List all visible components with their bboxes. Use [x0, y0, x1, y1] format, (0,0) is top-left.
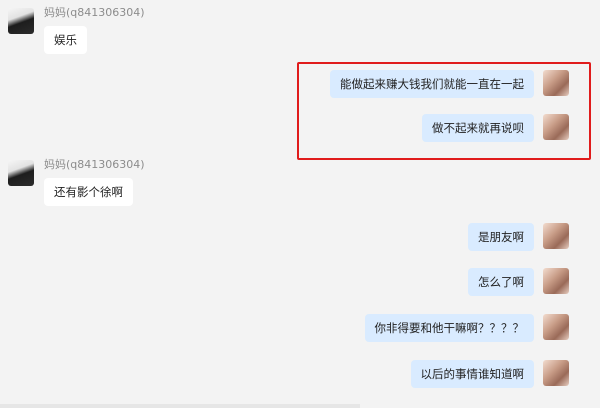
sender-name: 妈妈(q841306304): [44, 6, 145, 19]
user-avatar[interactable]: [543, 114, 569, 140]
contact-avatar[interactable]: [8, 8, 34, 34]
message-bubble[interactable]: 怎么了啊: [468, 268, 534, 296]
message-bubble[interactable]: 是朋友啊: [468, 223, 534, 251]
message-bubble[interactable]: 以后的事情谁知道啊: [410, 360, 534, 388]
user-avatar[interactable]: [543, 360, 569, 386]
message-bubble[interactable]: 你非得要和他干嘛啊？？？？: [364, 314, 534, 342]
user-avatar[interactable]: [543, 223, 569, 249]
chat-area[interactable]: 妈妈(q841306304) 娱乐 能做起来赚大钱我们就能一直在一起 做不起来就…: [0, 0, 600, 408]
message-bubble[interactable]: 还有影个徐啊: [44, 178, 133, 206]
contact-avatar[interactable]: [8, 160, 34, 186]
message-bubble[interactable]: 能做起来赚大钱我们就能一直在一起: [330, 70, 534, 98]
horizontal-scrollbar[interactable]: [0, 404, 360, 408]
message-bubble[interactable]: 做不起来就再说呗: [422, 114, 534, 142]
sender-name: 妈妈(q841306304): [44, 158, 145, 171]
user-avatar[interactable]: [543, 268, 569, 294]
user-avatar[interactable]: [543, 70, 569, 96]
message-bubble[interactable]: 娱乐: [44, 26, 87, 54]
user-avatar[interactable]: [543, 314, 569, 340]
